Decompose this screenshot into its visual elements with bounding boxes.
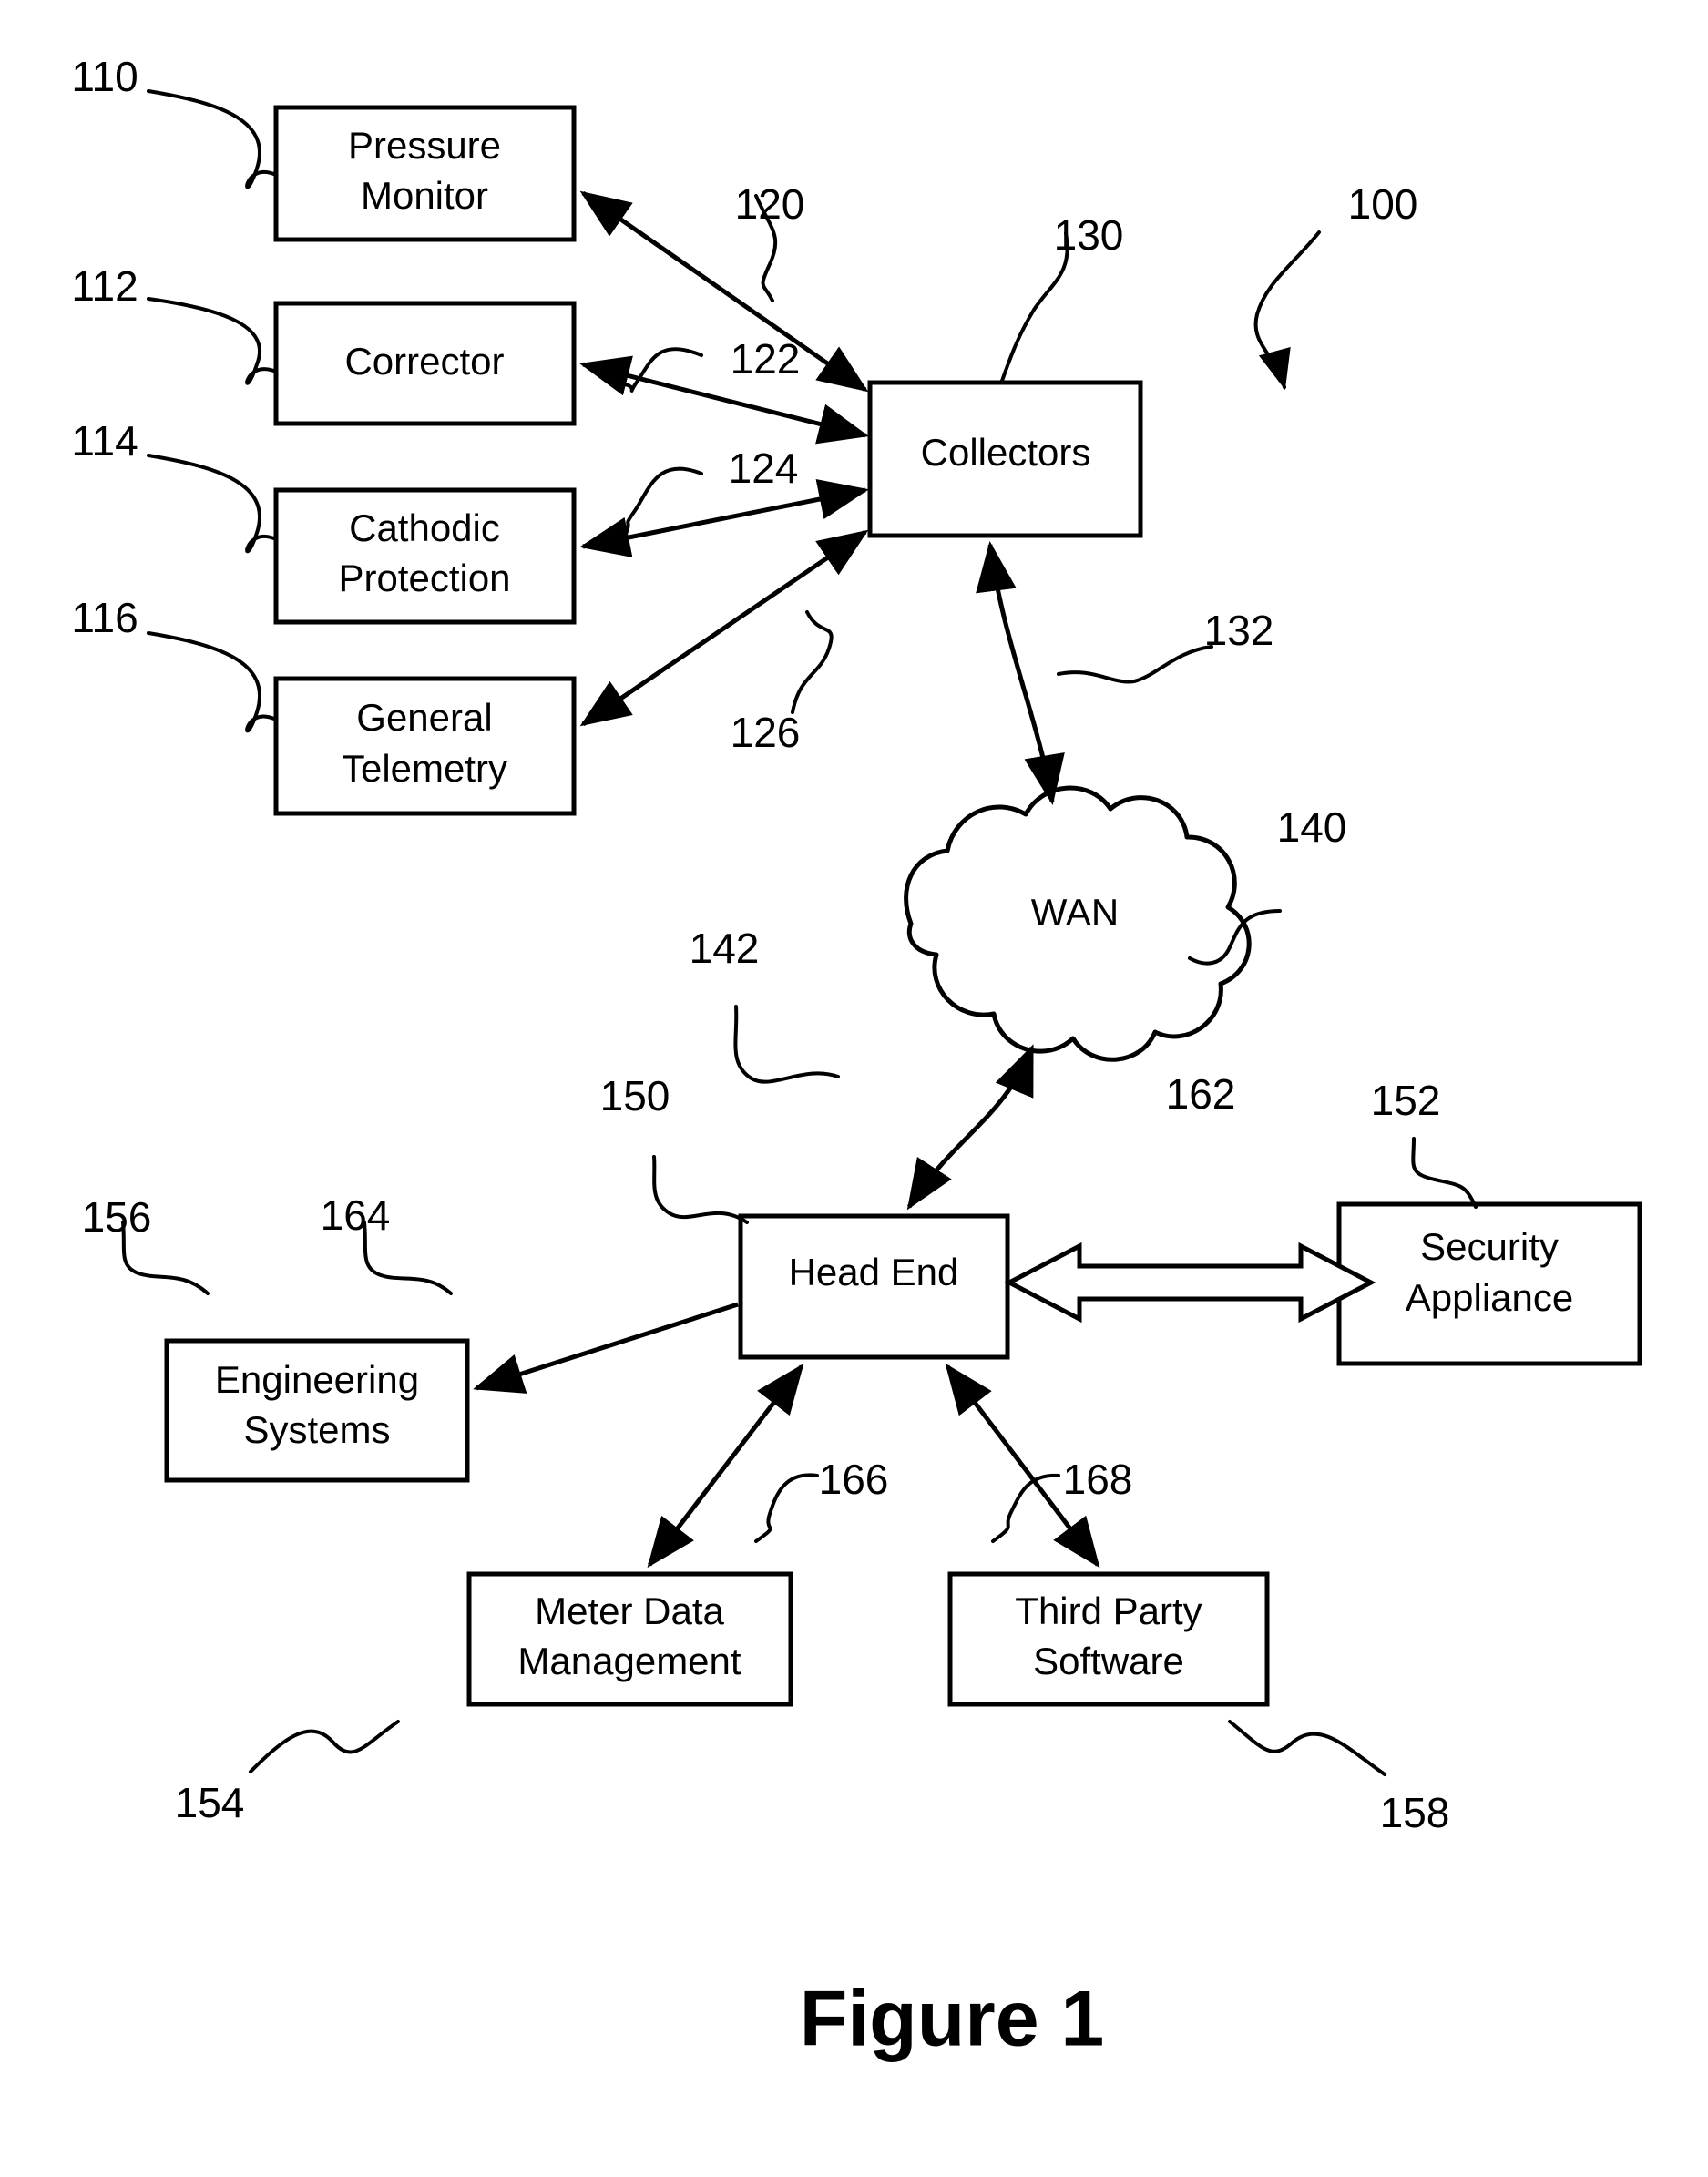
node-wan-label-line1: WAN xyxy=(1031,891,1119,934)
node-corrector-label-line1: Corrector xyxy=(344,340,504,383)
ref-number-122: 122 xyxy=(731,335,801,383)
node-pressure-monitor[interactable]: Pressure Monitor xyxy=(273,105,577,242)
ref-number-110: 110 xyxy=(71,53,138,100)
node-pressure-monitor-label-line2: Monitor xyxy=(361,174,488,217)
node-cathodic-protection[interactable]: Cathodic Protection xyxy=(273,487,577,625)
ref-number-100: 100 xyxy=(1348,180,1418,228)
ref-number-124: 124 xyxy=(729,445,799,492)
node-meter-data-management-label-line2: Management xyxy=(517,1640,741,1682)
node-general-telemetry-label-line1: General xyxy=(356,696,492,739)
ref-number-156: 156 xyxy=(82,1193,152,1241)
node-collectors-label-line1: Collectors xyxy=(921,431,1091,474)
node-meter-data-management[interactable]: Meter Data Management xyxy=(466,1571,793,1707)
node-security-appliance-label-line2: Appliance xyxy=(1406,1276,1573,1319)
node-general-telemetry-label-line2: Telemetry xyxy=(342,747,507,790)
ref-number-126: 126 xyxy=(731,709,801,756)
ref-number-152: 152 xyxy=(1371,1077,1441,1124)
node-cathodic-protection-label-line2: Protection xyxy=(338,557,510,599)
node-third-party-software-label-line2: Software xyxy=(1033,1640,1184,1682)
node-engineering-systems[interactable]: Engineering Systems xyxy=(164,1338,470,1483)
ref-number-140: 140 xyxy=(1277,803,1347,851)
network-architecture-diagram: Pressure Monitor Corrector Cathodic Prot… xyxy=(0,0,1708,2177)
ref-number-164: 164 xyxy=(321,1191,391,1239)
ref-number-168: 168 xyxy=(1063,1456,1133,1503)
node-third-party-software[interactable]: Third Party Software xyxy=(947,1571,1270,1707)
ref-number-132: 132 xyxy=(1204,607,1274,654)
node-collectors[interactable]: Collectors xyxy=(867,380,1143,538)
ref-number-114: 114 xyxy=(71,417,138,465)
node-security-appliance-label-line1: Security xyxy=(1420,1225,1559,1268)
node-engineering-systems-label-line2: Systems xyxy=(243,1408,390,1451)
node-security-appliance[interactable]: Security Appliance xyxy=(1336,1201,1642,1366)
node-corrector[interactable]: Corrector xyxy=(273,301,577,426)
node-engineering-systems-label-line1: Engineering xyxy=(215,1358,419,1401)
node-meter-data-management-label-line1: Meter Data xyxy=(535,1589,724,1632)
patent-figure-canvas: Pressure Monitor Corrector Cathodic Prot… xyxy=(0,0,1708,2177)
ref-number-162: 162 xyxy=(1166,1070,1236,1118)
ref-number-158: 158 xyxy=(1380,1789,1450,1836)
ref-number-142: 142 xyxy=(690,925,760,972)
ref-number-154: 154 xyxy=(175,1779,245,1826)
node-head-end-label-line1: Head End xyxy=(789,1251,959,1293)
node-head-end[interactable]: Head End xyxy=(738,1213,1010,1360)
node-pressure-monitor-label-line1: Pressure xyxy=(348,124,501,167)
ref-number-116: 116 xyxy=(71,594,138,641)
page-background xyxy=(0,0,1708,2177)
ref-number-166: 166 xyxy=(819,1456,889,1503)
node-third-party-software-label-line1: Third Party xyxy=(1015,1589,1202,1632)
ref-number-120: 120 xyxy=(735,180,805,228)
node-cathodic-protection-label-line1: Cathodic xyxy=(349,506,500,549)
ref-number-112: 112 xyxy=(71,262,138,310)
figure-caption: Figure 1 xyxy=(800,1976,1105,2063)
node-general-telemetry[interactable]: General Telemetry xyxy=(273,676,577,816)
ref-number-150: 150 xyxy=(600,1072,670,1119)
ref-number-130: 130 xyxy=(1054,211,1124,259)
